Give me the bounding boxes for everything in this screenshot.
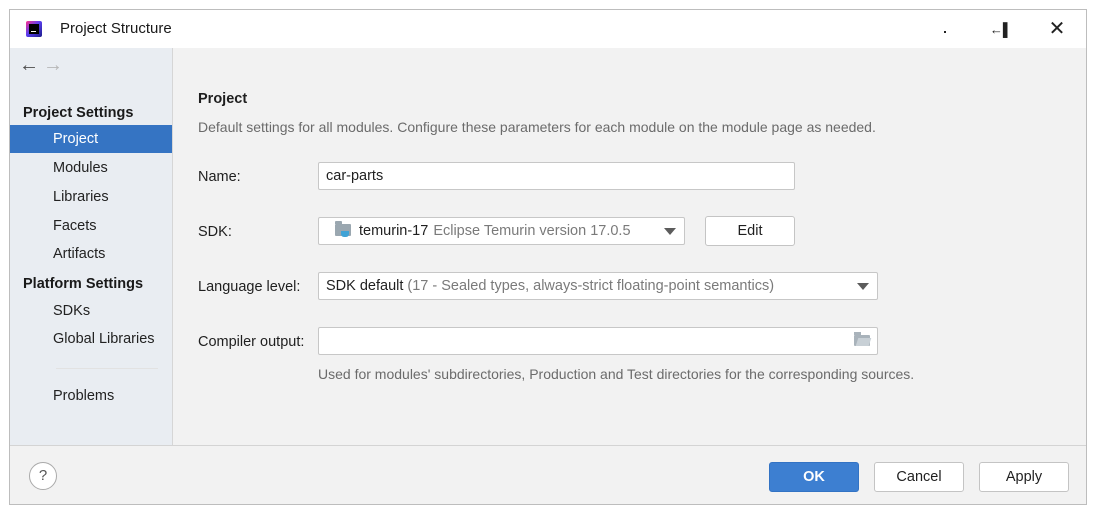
nav-arrows: ← → [19, 54, 67, 77]
sidebar-item-facets[interactable]: Facets [10, 212, 172, 240]
panel-title: Project [198, 91, 248, 107]
sidebar-item-problems[interactable]: Problems [10, 382, 172, 410]
edit-sdk-button[interactable]: Edit [705, 216, 795, 246]
pin-icon: ←▌ [989, 21, 1013, 37]
project-settings-panel: Project Default settings for all modules… [173, 48, 1086, 445]
name-label: Name: [198, 169, 241, 185]
sidebar-item-global-libraries[interactable]: Global Libraries [10, 325, 172, 353]
sdk-dropdown[interactable]: temurin-17 Eclipse Temurin version 17.0.5 [318, 217, 685, 245]
compiler-output-label: Compiler output: [198, 334, 305, 350]
minimize-button[interactable] [922, 10, 968, 48]
chevron-down-icon [857, 283, 869, 290]
compiler-output-input[interactable] [318, 327, 878, 355]
panel-description: Default settings for all modules. Config… [198, 119, 876, 135]
language-level-value: SDK default [326, 278, 404, 294]
sdk-folder-icon [335, 221, 351, 237]
close-icon: ✕ [1048, 18, 1066, 40]
forward-arrow-icon[interactable]: → [43, 54, 67, 77]
language-level-dropdown[interactable]: SDK default (17 - Sealed types, always-st… [318, 272, 878, 300]
sidebar-item-libraries[interactable]: Libraries [10, 183, 172, 211]
minimize-icon [944, 31, 946, 33]
chevron-down-icon [664, 228, 676, 235]
sidebar-item-modules[interactable]: Modules [10, 154, 172, 182]
compiler-output-hint: Used for modules' subdirectories, Produc… [318, 366, 915, 382]
sidebar-item-project[interactable]: Project [10, 125, 172, 153]
name-input[interactable]: car-parts [318, 162, 795, 190]
language-level-label: Language level: [198, 279, 301, 295]
group-platform-settings: Platform Settings [23, 276, 144, 292]
ok-button[interactable]: OK [769, 462, 859, 492]
language-level-detail: (17 - Sealed types, always-strict floati… [407, 278, 775, 294]
sdk-label: SDK: [198, 224, 232, 240]
intellij-app-icon [26, 21, 42, 37]
group-project-settings: Project Settings [23, 105, 134, 121]
apply-button[interactable]: Apply [979, 462, 1069, 492]
window-title: Project Structure [60, 20, 172, 37]
browse-folder-icon[interactable] [854, 332, 870, 346]
project-structure-dialog: Project Structure ←▌ ✕ ← → Project Settin… [9, 9, 1087, 505]
sdk-name: temurin-17 [359, 223, 429, 239]
sidebar-separator [56, 368, 158, 369]
sdk-version: Eclipse Temurin version 17.0.5 [433, 223, 631, 239]
close-button[interactable]: ✕ [1034, 10, 1080, 48]
help-button[interactable]: ? [29, 462, 57, 490]
sidebar-item-artifacts[interactable]: Artifacts [10, 240, 172, 268]
sidebar: ← → Project Settings Project Modules Libr… [10, 48, 173, 445]
sidebar-item-sdks[interactable]: SDKs [10, 297, 172, 325]
pin-window-button[interactable]: ←▌ [978, 10, 1024, 48]
back-arrow-icon[interactable]: ← [19, 54, 43, 77]
cancel-button[interactable]: Cancel [874, 462, 964, 492]
dialog-footer: ? OK Cancel Apply [10, 445, 1086, 504]
title-bar: Project Structure ←▌ ✕ [10, 10, 1086, 48]
